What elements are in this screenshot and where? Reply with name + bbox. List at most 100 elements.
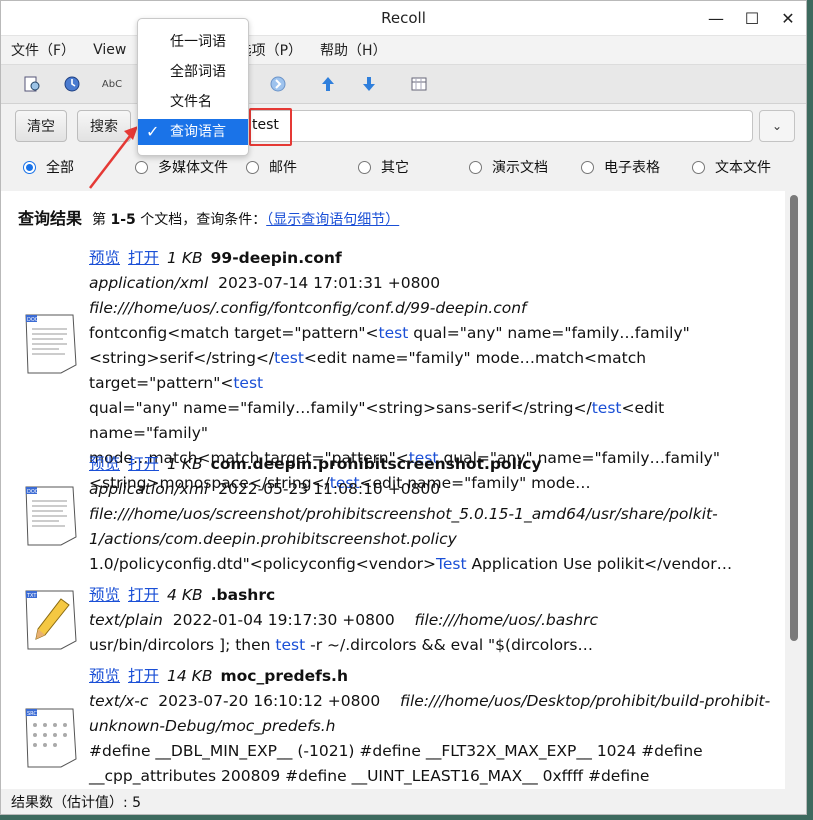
snippet-text: qual="any" name="family…family"<string>s… <box>89 399 592 417</box>
clear-button[interactable]: 清空 <box>15 110 67 142</box>
search-input[interactable]: test <box>241 110 753 142</box>
filter-row: 全部 多媒体文件 邮件 其它 演示文档 电子表格 文本文件 <box>1 150 806 182</box>
result-filename: moc_predefs.h <box>220 667 348 685</box>
preview-link[interactable]: 预览 <box>89 249 120 267</box>
open-link[interactable]: 打开 <box>128 455 159 473</box>
filter-all[interactable]: 全部 <box>23 157 74 177</box>
result-filename: 99-deepin.conf <box>210 249 342 267</box>
results-header: 查询结果第 1-5 个文档，查询条件：（显示查询语句细节） <box>18 209 400 228</box>
result-snippet: 1.0/policyconfig.dtd"<policyconfig<vendo… <box>89 552 779 577</box>
menu-view[interactable]: View <box>93 42 126 58</box>
abc-spell-icon[interactable]: AbC <box>101 73 123 95</box>
snippet-text: #define __DBL_MIN_EXP__ (-1021) #define … <box>89 742 703 760</box>
result-filename: com.deepin.prohibitscreenshot.policy <box>210 455 542 473</box>
match-term: test <box>233 374 264 392</box>
results-title: 查询结果 <box>18 209 83 228</box>
spelling-icon[interactable] <box>21 73 43 95</box>
src-icon: SRC <box>25 708 77 768</box>
snippet-text: 1.0/policyconfig.dtd"<policyconfig<vendo… <box>89 555 436 573</box>
search-type-menu: 任一词语 全部词语 文件名 ✓ 查询语言 <box>137 18 249 156</box>
doc-icon: DOC <box>25 314 77 374</box>
arrow-up-icon[interactable] <box>317 73 339 95</box>
arrow-down-icon[interactable] <box>358 73 380 95</box>
menu-help[interactable]: 帮助（H） <box>320 40 387 60</box>
result-url: file:///home/uos/.config/fontconfig/conf… <box>89 299 527 317</box>
snippet-text: fontconfig<match target="pattern"< <box>89 324 379 342</box>
radio-icon <box>23 160 36 174</box>
scrollbar-thumb[interactable] <box>790 195 798 641</box>
filter-spreadsheet[interactable]: 电子表格 <box>581 157 660 177</box>
app-window: Recoll — ☐ ✕ 文件（F） View s 选项（P） 帮助（H） Ab… <box>0 0 807 815</box>
toolbar: AbC <box>1 64 806 104</box>
open-link[interactable]: 打开 <box>128 667 159 685</box>
svg-text:DOC: DOC <box>27 489 39 495</box>
snippet-line: <string>serif</string</test<edit name="f… <box>89 346 779 396</box>
menu-item-query-language[interactable]: ✓ 查询语言 <box>138 119 248 145</box>
menu-item-all-terms[interactable]: 全部词语 <box>138 59 248 85</box>
snippet-line: 1.0/policyconfig.dtd"<policyconfig<vendo… <box>89 552 779 577</box>
title-bar: Recoll — ☐ ✕ <box>1 1 806 36</box>
match-term: test <box>591 399 622 417</box>
status-text: 结果数（估计值）: 5 <box>11 795 142 811</box>
open-link[interactable]: 打开 <box>128 586 159 604</box>
snippet-line: usr/bin/dircolors ]; then test -r ~/.dir… <box>89 633 779 658</box>
txt-icon: TXT <box>25 590 77 650</box>
snippet-text: usr/bin/dircolors ]; then <box>89 636 276 654</box>
filter-other[interactable]: 其它 <box>358 157 409 177</box>
history-icon[interactable] <box>61 73 83 95</box>
match-term: Test <box>436 555 467 573</box>
filter-mail[interactable]: 邮件 <box>246 157 297 177</box>
snippet-text: qual="any" name="family…family" <box>408 324 690 342</box>
status-bar: 结果数（估计值）: 5 <box>1 791 806 814</box>
query-highlight-box <box>249 108 292 146</box>
preview-link[interactable]: 预览 <box>89 586 120 604</box>
radio-icon <box>246 160 259 174</box>
result-snippet: usr/bin/dircolors ]; then test -r ~/.dir… <box>89 633 779 658</box>
radio-icon <box>692 160 705 174</box>
search-button[interactable]: 搜索 <box>77 110 131 142</box>
preview-link[interactable]: 预览 <box>89 667 120 685</box>
result-url: file:///home/uos/.bashrc <box>414 611 599 629</box>
search-row: 清空 搜索 test ⌄ <box>1 104 806 150</box>
result-item: 预览 打开 14 KB moc_predefs.h text/x-c 2023-07-… <box>89 664 779 789</box>
menu-file[interactable]: 文件（F） <box>11 40 75 60</box>
svg-text:SRC: SRC <box>27 711 37 717</box>
doc-icon: DOC <box>25 486 77 546</box>
menu-item-any-term[interactable]: 任一词语 <box>138 29 248 55</box>
table-view-icon[interactable] <box>408 73 430 95</box>
snippet-line: #define __DBL_MIN_EXP__ (-1021) #define … <box>89 739 779 764</box>
menu-bar: 文件（F） View s 选项（P） 帮助（H） <box>1 36 806 64</box>
result-snippet: #define __DBL_MIN_EXP__ (-1021) #define … <box>89 739 779 789</box>
show-query-details-link[interactable]: （显示查询语句细节） <box>266 212 399 228</box>
preview-link[interactable]: 预览 <box>89 455 120 473</box>
chevron-down-icon: ⌄ <box>771 119 783 133</box>
results-scrollbar[interactable] <box>788 191 802 789</box>
match-term: test <box>378 324 409 342</box>
radio-icon <box>581 160 594 174</box>
snippet-text: <string>serif</string</ <box>89 349 275 367</box>
snippet-text: __cpp_attributes 200809 #define __UINT_L… <box>89 767 650 785</box>
snippet-line: qual="any" name="family…family"<string>s… <box>89 396 779 446</box>
radio-icon <box>135 160 148 174</box>
history-dropdown-button[interactable]: ⌄ <box>759 110 795 142</box>
radio-icon <box>469 160 482 174</box>
snippet-line: __cpp_attributes 200809 #define __UINT_L… <box>89 764 779 789</box>
svg-text:DOC: DOC <box>27 317 39 323</box>
result-filename: .bashrc <box>210 586 276 604</box>
open-link[interactable]: 打开 <box>128 249 159 267</box>
results-pane: 查询结果第 1-5 个文档，查询条件：（显示查询语句细节） DOC 预览 打开 1 … <box>1 191 785 789</box>
minimize-icon[interactable]: — <box>698 1 734 35</box>
filter-media[interactable]: 多媒体文件 <box>135 157 228 177</box>
snippet-text: -r ~/.dircolors && eval "$(dircolors… <box>305 636 594 654</box>
window-title: Recoll <box>381 9 426 27</box>
result-item: 预览 打开 1 KB com.deepin.prohibitscreenshot.po… <box>89 452 779 577</box>
filter-presentation[interactable]: 演示文档 <box>469 157 548 177</box>
forward-icon[interactable] <box>267 73 289 95</box>
checkmark-icon: ✓ <box>146 122 160 141</box>
snippet-line: fontconfig<match target="pattern"<test q… <box>89 321 779 346</box>
maximize-icon[interactable]: ☐ <box>734 1 770 35</box>
close-icon[interactable]: ✕ <box>770 1 806 35</box>
menu-item-filename[interactable]: 文件名 <box>138 89 248 115</box>
filter-text[interactable]: 文本文件 <box>692 157 771 177</box>
match-term: test <box>275 636 306 654</box>
